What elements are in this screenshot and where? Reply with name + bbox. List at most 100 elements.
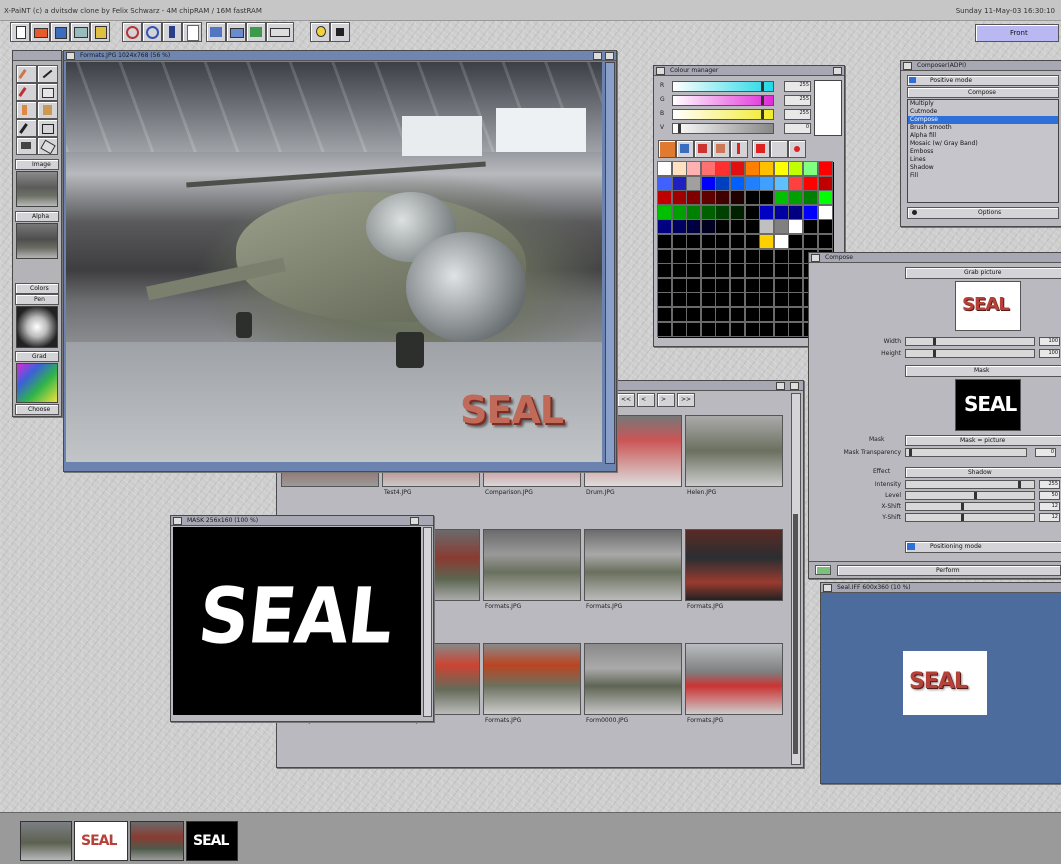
browser-nav-button[interactable]: >> [677, 393, 695, 407]
palette-swatch[interactable] [700, 307, 716, 322]
thumbnail-image[interactable] [685, 415, 783, 487]
palette-swatch[interactable] [788, 277, 804, 293]
palette-swatch[interactable] [788, 190, 804, 206]
gradient-preview[interactable] [16, 363, 58, 403]
pick-colour-icon[interactable] [730, 140, 748, 158]
composer-function-list[interactable]: Multiply Cutmode Compose Brush smooth Alpha … [907, 99, 1059, 203]
palette-swatch[interactable] [730, 204, 745, 220]
main-image-scrollbar-v[interactable] [605, 62, 615, 464]
window-close-icon[interactable] [811, 254, 820, 262]
palette-swatch[interactable] [773, 175, 789, 191]
composer-function-item[interactable]: Cutmode [908, 108, 1058, 116]
composer-function-item[interactable]: Emboss [908, 148, 1058, 156]
palette-swatch[interactable] [657, 277, 672, 293]
palette-swatch[interactable] [759, 204, 775, 220]
height-slider[interactable] [905, 349, 1035, 358]
palette-swatch[interactable] [759, 248, 775, 264]
palette-swatch[interactable] [788, 204, 804, 220]
pipette-icon[interactable] [16, 119, 37, 137]
spray-icon[interactable] [37, 101, 58, 119]
transparency-value[interactable]: 0 [1035, 448, 1056, 457]
palette-swatch[interactable] [700, 263, 716, 279]
xshift-slider[interactable] [905, 502, 1035, 511]
bulb-icon[interactable] [310, 22, 330, 42]
browser-scrollbar[interactable] [791, 393, 801, 765]
positioning-mode-checkbox[interactable]: Positioning mode [905, 541, 1061, 553]
pencil-icon[interactable] [16, 83, 37, 101]
channel-value[interactable]: 255 [784, 81, 811, 92]
palette-swatch[interactable] [686, 307, 702, 322]
palette-swatch[interactable] [700, 321, 716, 337]
palette-swatch[interactable] [686, 234, 702, 249]
palette-swatch[interactable] [788, 321, 804, 337]
palette-swatch[interactable] [773, 277, 789, 293]
thumbnail-image[interactable] [584, 529, 682, 601]
palette-swatch[interactable] [715, 204, 731, 220]
zoom-out-icon[interactable] [142, 22, 162, 42]
rectangle-icon[interactable] [37, 119, 58, 137]
level-value[interactable]: 50 [1039, 491, 1060, 500]
palette-swatch[interactable] [715, 175, 731, 191]
width-slider[interactable] [905, 337, 1035, 346]
airbrush-icon[interactable] [16, 101, 37, 119]
slider-knob[interactable] [678, 124, 681, 133]
thumbnail-image[interactable] [483, 529, 581, 601]
slider-knob[interactable] [761, 96, 764, 105]
pen-toggle[interactable]: Pen [15, 294, 59, 305]
palette-swatch[interactable] [700, 277, 716, 293]
line-icon[interactable] [37, 65, 58, 83]
function-cycle[interactable]: Compose [907, 87, 1059, 98]
channel-slider[interactable] [672, 123, 774, 134]
window-close-icon[interactable] [903, 62, 912, 70]
new-file-icon[interactable] [10, 22, 30, 42]
save-as-icon[interactable] [70, 22, 90, 42]
palette-swatch[interactable] [686, 292, 702, 308]
composer-function-item[interactable]: Compose [908, 116, 1058, 124]
image-thumbnail[interactable] [16, 171, 58, 207]
palette-swatch[interactable] [700, 175, 716, 191]
palette-swatch[interactable] [773, 219, 789, 235]
palette-swatch[interactable] [773, 204, 789, 220]
thumbnail-image[interactable] [685, 643, 783, 715]
palette-swatch[interactable] [715, 234, 731, 249]
blank-page-icon[interactable] [182, 22, 202, 42]
palette-swatch[interactable] [657, 263, 672, 279]
palette-swatch[interactable] [730, 248, 745, 264]
save-palette-icon[interactable] [676, 140, 694, 158]
palette-swatch[interactable] [759, 321, 775, 337]
palette-swatch[interactable] [744, 190, 760, 206]
screen-front-button[interactable]: Front [975, 24, 1059, 42]
palette-swatch[interactable] [773, 248, 789, 264]
composer-function-item[interactable]: Multiply [908, 100, 1058, 108]
composer-function-item[interactable]: Brush smooth [908, 124, 1058, 132]
palette-swatch[interactable] [759, 190, 775, 206]
palette-swatch[interactable] [744, 234, 760, 249]
colors-toggle[interactable]: Colors [15, 283, 59, 294]
palette-swatch[interactable] [788, 292, 804, 308]
scrollbar-knob[interactable] [793, 514, 798, 754]
positive-mode-checkbox[interactable]: Positive mode [907, 75, 1059, 86]
pen-preview[interactable] [16, 306, 58, 348]
seal-preview-image[interactable]: SEAL [903, 651, 987, 715]
palette-swatch[interactable] [788, 219, 804, 235]
window-depth-icon[interactable] [410, 517, 419, 525]
effect-cycle[interactable]: Shadow [905, 467, 1061, 478]
fill-icon[interactable] [37, 83, 58, 101]
taskbar-item-helicopter[interactable] [20, 821, 72, 861]
window-close-icon[interactable] [173, 517, 182, 525]
width-value[interactable]: 100 [1039, 337, 1060, 346]
palette-swatch[interactable] [715, 307, 731, 322]
palette-swatch[interactable] [715, 321, 731, 337]
layer-icon[interactable] [162, 22, 182, 42]
composer-function-item[interactable]: Lines [908, 156, 1058, 164]
palette-swatch[interactable] [788, 161, 804, 176]
palette-swatch[interactable] [744, 277, 760, 293]
main-image-title-bar[interactable]: Formats.JPG 1024x768 (56 %) [64, 51, 616, 61]
channel-slider[interactable] [672, 109, 774, 120]
palette-swatch[interactable] [773, 263, 789, 279]
palette-swatch[interactable] [657, 321, 672, 337]
taskbar-item-mask[interactable]: SEAL [186, 821, 238, 861]
palette-swatch[interactable] [759, 175, 775, 191]
mask-title-bar[interactable]: MASK 256x160 (100 %) [171, 516, 433, 526]
palette-swatch[interactable] [744, 263, 760, 279]
